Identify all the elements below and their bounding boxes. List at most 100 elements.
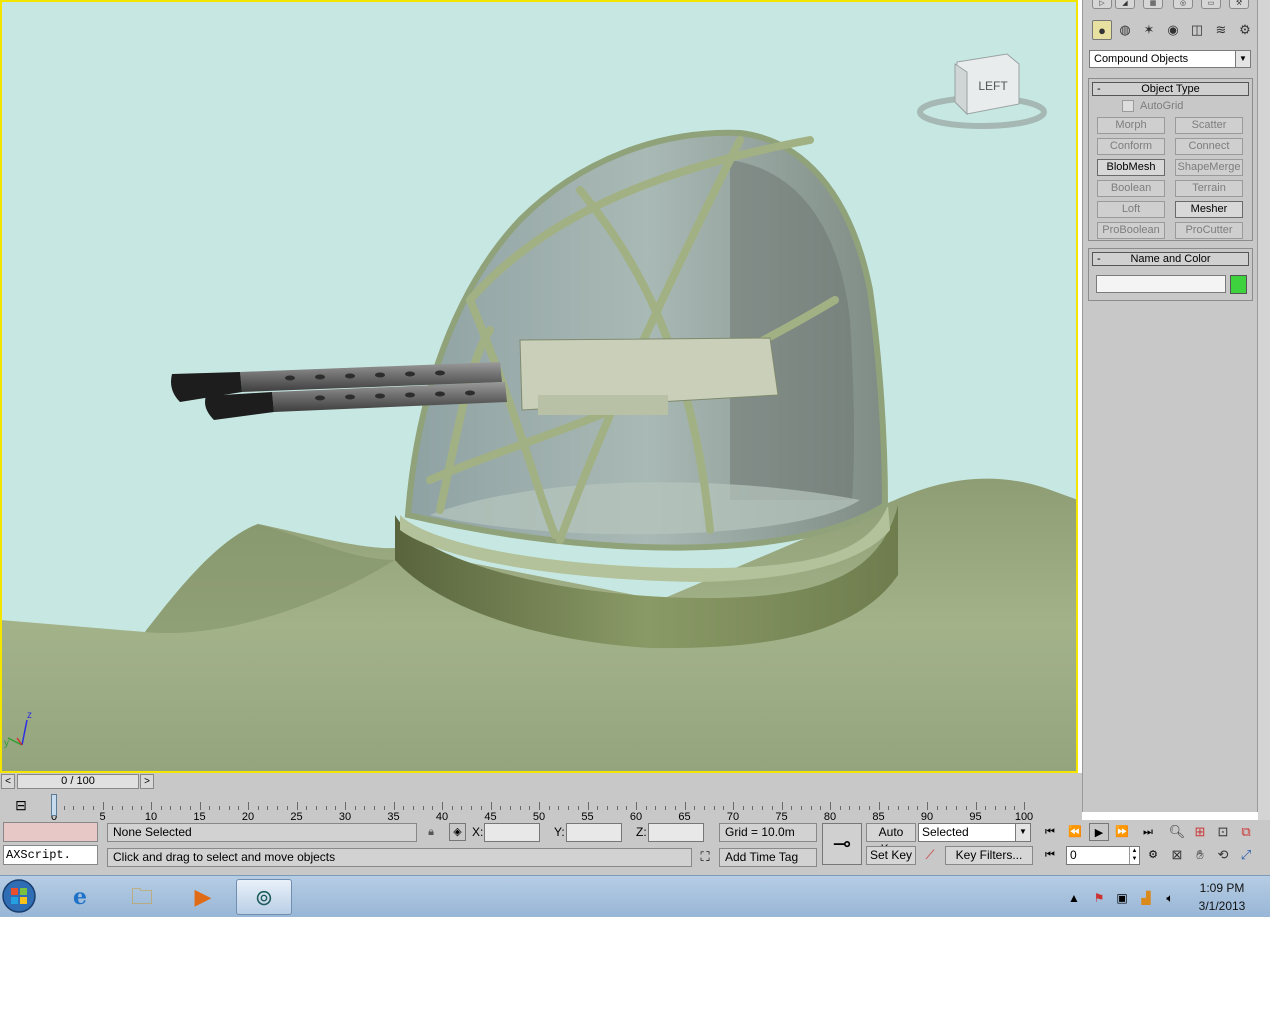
modify-tab-icon[interactable]: ◢ bbox=[1115, 0, 1135, 9]
auto-key-button[interactable]: Auto Key bbox=[866, 823, 916, 856]
field-of-view-icon[interactable]: ⊠ bbox=[1167, 845, 1187, 865]
spacewarps-icon[interactable]: ≋ bbox=[1211, 20, 1231, 40]
default-tangent-icon[interactable]: ⟋ bbox=[920, 846, 940, 864]
frame-tick bbox=[800, 806, 802, 810]
frame-tick bbox=[63, 806, 65, 810]
next-frame-button[interactable]: > bbox=[140, 774, 154, 789]
frame-tick bbox=[956, 806, 958, 810]
lock-icon[interactable]: 🔒︎ bbox=[424, 824, 438, 840]
object-type-title: Object Type bbox=[1141, 83, 1200, 95]
scatter-button[interactable]: Scatter bbox=[1175, 117, 1243, 134]
previous-key-icon[interactable]: ⏪ bbox=[1065, 823, 1085, 841]
display-tab-icon[interactable]: ▭ bbox=[1201, 0, 1221, 9]
volume-icon[interactable]: 🔈︎ bbox=[1161, 889, 1179, 907]
key-mode-toggle-icon[interactable]: ⏮ bbox=[1040, 846, 1060, 864]
hierarchy-tab-icon[interactable]: ▦ bbox=[1143, 0, 1163, 9]
network-icon[interactable]: ▟ bbox=[1137, 889, 1155, 907]
frame-tick bbox=[762, 806, 764, 810]
collapse-icon: - bbox=[1097, 83, 1101, 95]
z-coordinate-input[interactable] bbox=[648, 823, 704, 842]
zoom-all-icon[interactable]: ⊞ bbox=[1190, 822, 1210, 842]
systems-icon[interactable]: ⚙ bbox=[1235, 20, 1255, 40]
set-key-big-button-key-icon[interactable]: ⊸ bbox=[822, 823, 862, 865]
play-icon[interactable]: ▶ bbox=[1089, 823, 1109, 841]
frame-tick bbox=[587, 802, 589, 810]
maxscript-listener-output[interactable] bbox=[3, 822, 98, 842]
shapemerge-button[interactable]: ShapeMerge bbox=[1175, 159, 1243, 176]
show-hidden-icons-chevron-up-icon[interactable]: ▲ bbox=[1065, 889, 1083, 907]
clock-time[interactable]: 1:09 PM bbox=[1187, 881, 1257, 895]
helpers-icon[interactable]: ◫ bbox=[1187, 20, 1207, 40]
start-button-windows-icon[interactable] bbox=[0, 877, 38, 915]
blobmesh-button[interactable]: BlobMesh bbox=[1097, 159, 1165, 176]
previous-frame-button[interactable]: < bbox=[1, 774, 15, 789]
motion-tab-icon[interactable]: ◎ bbox=[1173, 0, 1193, 9]
shapes-icon[interactable]: ◍ bbox=[1115, 20, 1135, 40]
zoom-extents-icon[interactable]: ⊡ bbox=[1213, 822, 1233, 842]
panel-scrollbar[interactable] bbox=[1258, 0, 1270, 875]
time-tag-icon[interactable]: ⛶ bbox=[697, 849, 713, 865]
frame-tick bbox=[771, 806, 773, 810]
go-to-end-icon[interactable]: ⏭ bbox=[1138, 823, 1158, 841]
absolute-mode-toggle-icon[interactable]: ◈ bbox=[449, 823, 466, 841]
frame-tick bbox=[509, 806, 511, 810]
frame-tick bbox=[393, 802, 395, 810]
object-color-swatch[interactable] bbox=[1230, 275, 1247, 294]
clock-date[interactable]: 3/1/2013 bbox=[1187, 899, 1257, 913]
key-filters-button[interactable]: Key Filters... bbox=[945, 846, 1033, 865]
frame-tick bbox=[490, 802, 492, 810]
current-frame-input[interactable]: 0 ▲ ▼ bbox=[1066, 846, 1140, 865]
key-selection-set-dropdown[interactable]: Selected ▼ bbox=[918, 823, 1031, 842]
chevron-down-icon[interactable]: ▼ bbox=[1015, 824, 1030, 841]
zoom-extents-all-icon[interactable]: ⧉ bbox=[1236, 822, 1256, 842]
terrain-button[interactable]: Terrain bbox=[1175, 180, 1243, 197]
y-coordinate-input[interactable] bbox=[566, 823, 622, 842]
device-icon[interactable]: ▣ bbox=[1113, 889, 1131, 907]
current-frame-marker[interactable] bbox=[51, 794, 57, 816]
zoom-icon[interactable]: 🔍︎ bbox=[1167, 822, 1187, 842]
action-center-flag-icon[interactable]: ⚑ bbox=[1090, 889, 1108, 907]
time-configuration-icon[interactable]: ⚙ bbox=[1143, 846, 1163, 864]
checkbox-icon[interactable] bbox=[1122, 100, 1134, 113]
utilities-tab-icon[interactable]: ⚒ bbox=[1229, 0, 1249, 9]
connect-button[interactable]: Connect bbox=[1175, 138, 1243, 155]
object-name-input[interactable] bbox=[1096, 275, 1226, 293]
perspective-viewport[interactable]: z y LEFT bbox=[0, 0, 1078, 773]
lights-icon[interactable]: ✶ bbox=[1139, 20, 1159, 40]
media-player-icon[interactable]: ▶ bbox=[175, 879, 231, 915]
go-to-start-icon[interactable]: ⏮ bbox=[1040, 823, 1060, 841]
object-type-header[interactable]: - Object Type bbox=[1092, 82, 1249, 96]
geometry-icon[interactable]: ● bbox=[1092, 20, 1112, 40]
proboolean-button[interactable]: ProBoolean bbox=[1097, 222, 1165, 239]
maxscript-listener-input[interactable]: AXScript. bbox=[3, 845, 98, 865]
morph-button[interactable]: Morph bbox=[1097, 117, 1165, 134]
frame-tick bbox=[684, 802, 686, 810]
3ds-max-taskbar-icon[interactable]: ⊚ bbox=[236, 879, 292, 915]
autogrid-checkbox[interactable]: AutoGrid bbox=[1122, 100, 1212, 114]
file-explorer-icon[interactable]: 🗀 bbox=[114, 879, 170, 915]
set-key-button[interactable]: Set Key bbox=[866, 846, 916, 865]
loft-button[interactable]: Loft bbox=[1097, 201, 1165, 218]
spinner-icon[interactable]: ▲ ▼ bbox=[1129, 847, 1139, 864]
create-tab-icon[interactable]: ▷ bbox=[1092, 0, 1112, 9]
curve-editor-toggle-icon[interactable]: ⊟ bbox=[11, 796, 31, 814]
name-and-color-header[interactable]: - Name and Color bbox=[1092, 252, 1249, 266]
category-dropdown[interactable]: Compound Objects ▼ bbox=[1089, 50, 1251, 68]
conform-button[interactable]: Conform bbox=[1097, 138, 1165, 155]
procutter-button[interactable]: ProCutter bbox=[1175, 222, 1243, 239]
add-time-tag-button[interactable]: Add Time Tag bbox=[719, 848, 817, 867]
frame-tick bbox=[752, 806, 754, 810]
chevron-down-icon[interactable]: ▼ bbox=[1235, 51, 1250, 67]
time-slider-thumb[interactable]: 0 / 100 bbox=[17, 774, 139, 789]
maximize-viewport-icon[interactable]: ⤢ bbox=[1236, 845, 1256, 865]
internet-explorer-icon[interactable]: e bbox=[52, 879, 108, 915]
viewcube[interactable]: LEFT bbox=[907, 42, 1057, 137]
next-key-icon[interactable]: ⏩ bbox=[1112, 823, 1132, 841]
orbit-icon[interactable]: ⟲ bbox=[1213, 845, 1233, 865]
pan-icon[interactable]: ✋︎ bbox=[1190, 845, 1210, 865]
boolean-button[interactable]: Boolean bbox=[1097, 180, 1165, 197]
frame-ruler[interactable]: 0 5 10 15 20 25 30 35 40 45 50 55 60 65 70 75 80 85 90 95 10… bbox=[51, 792, 1033, 823]
mesher-button[interactable]: Mesher bbox=[1175, 201, 1243, 218]
cameras-icon[interactable]: ◉ bbox=[1163, 20, 1183, 40]
x-coordinate-input[interactable] bbox=[484, 823, 540, 842]
